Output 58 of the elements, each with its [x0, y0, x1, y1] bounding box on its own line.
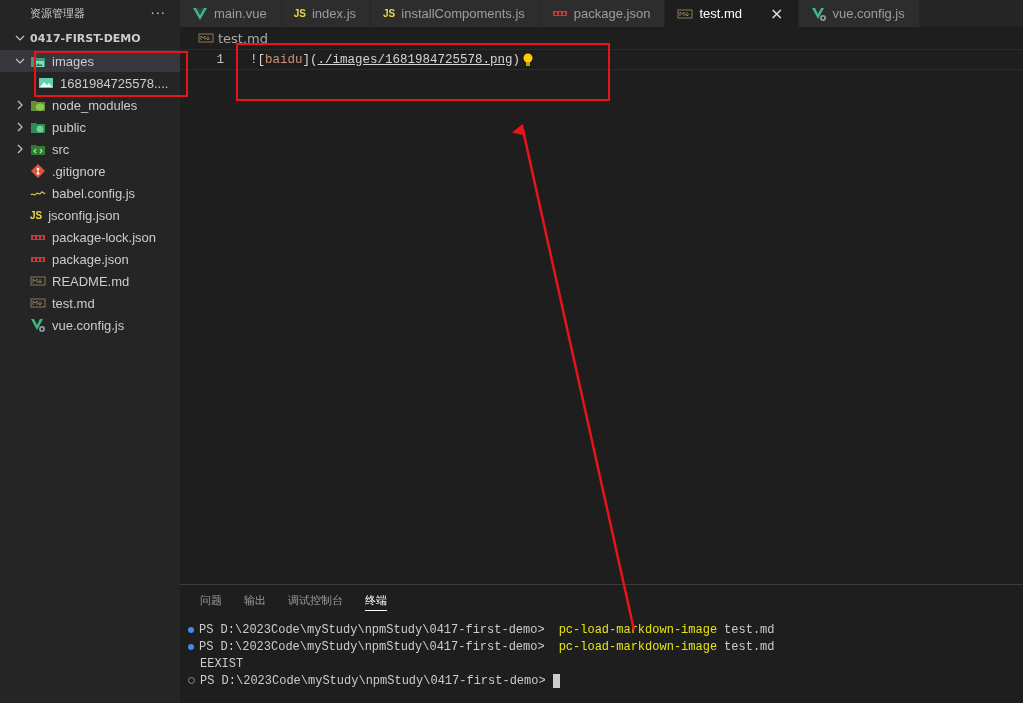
squiggle-icon — [30, 189, 46, 197]
picture-icon — [38, 75, 54, 91]
npm-icon — [30, 255, 46, 263]
file-tree-item[interactable]: babel.config.js — [0, 182, 180, 204]
terminal-argument: test.md — [724, 622, 775, 637]
panel-tab[interactable]: 问题 — [200, 593, 222, 610]
terminal-command: pc-load-markdown-image — [558, 639, 718, 654]
terminal-command: pc-load-markdown-image — [558, 622, 718, 637]
file-tree-item[interactable]: public — [0, 116, 180, 138]
v-logo-icon — [192, 5, 208, 22]
file-tree-item[interactable]: package.json — [0, 248, 180, 270]
folder-name: 0417-FIRST-DEMO — [30, 31, 141, 45]
js-icon: JS — [293, 8, 306, 19]
panel-tab[interactable]: 输出 — [244, 593, 266, 610]
terminal-prompt: PS D:\2023Code\myStudy\npmStudy\0417-first-demo> — [200, 673, 546, 688]
code-line: ![baidu](./images/1681984725578.png) — [250, 52, 521, 67]
file-tree-item[interactable]: vue.config.js — [0, 314, 180, 336]
v-logo-gear-icon — [810, 5, 827, 22]
npm-icon — [30, 233, 46, 241]
editor-tab[interactable]: JS index.js — [281, 0, 372, 27]
editor-tab[interactable]: main.vue — [180, 0, 282, 27]
markdown-icon — [677, 8, 694, 19]
editor-tab[interactable]: vue.config.js — [798, 0, 920, 27]
file-tree-item[interactable]: node_modules — [0, 94, 180, 116]
file-tree-item[interactable]: 1681984725578.... — [0, 72, 180, 94]
folder-root-item[interactable]: 0417-FIRST-DEMO — [0, 26, 180, 50]
file-tree-item[interactable]: .gitignore — [0, 160, 180, 182]
npm-icon — [551, 10, 568, 17]
editor-tab[interactable]: test.md × — [665, 0, 799, 27]
markdown-icon — [30, 298, 46, 308]
close-button[interactable]: × — [770, 4, 784, 23]
sidebar-title: 资源管理器 — [30, 5, 85, 21]
js-icon: JS — [383, 8, 396, 19]
breadcrumb-item[interactable]: test.md — [218, 30, 268, 46]
success-dot-icon[interactable] — [188, 643, 194, 650]
file-tree-item[interactable]: src — [0, 138, 180, 160]
line-number: 1 — [215, 52, 224, 67]
file-tree-item[interactable]: package-lock.json — [0, 226, 180, 248]
diamond-icon — [30, 163, 46, 179]
file-tree-item[interactable]: README.md — [0, 270, 180, 292]
terminal-prompt: PS D:\2023Code\myStudy\npmStudy\0417-first-demo> — [199, 639, 545, 654]
success-dot-icon[interactable] — [188, 626, 194, 633]
file-tree-item[interactable]: JS jsconfig.json — [0, 204, 180, 226]
terminal-argument: test.md — [724, 639, 775, 654]
terminal-prompt: PS D:\2023Code\myStudy\npmStudy\0417-first-demo> — [199, 622, 545, 637]
panel-tab[interactable]: 调试控制台 — [288, 593, 343, 610]
editor-tab[interactable]: package.json — [539, 0, 666, 27]
file-tree-item[interactable]: images — [0, 50, 180, 72]
js-icon: JS — [30, 209, 43, 221]
lightbulb-icon[interactable] — [523, 52, 534, 67]
markdown-icon — [30, 276, 46, 286]
terminal-output: EEXIST — [200, 656, 244, 671]
more-actions-button[interactable]: ··· — [150, 5, 166, 21]
v-logo-gear-icon — [30, 317, 46, 333]
file-tree-item[interactable]: test.md — [0, 292, 180, 314]
panel-tab[interactable]: 终端 — [365, 593, 387, 611]
markdown-icon — [198, 33, 214, 43]
editor-tab[interactable]: JS installCompoments.js — [371, 0, 540, 27]
